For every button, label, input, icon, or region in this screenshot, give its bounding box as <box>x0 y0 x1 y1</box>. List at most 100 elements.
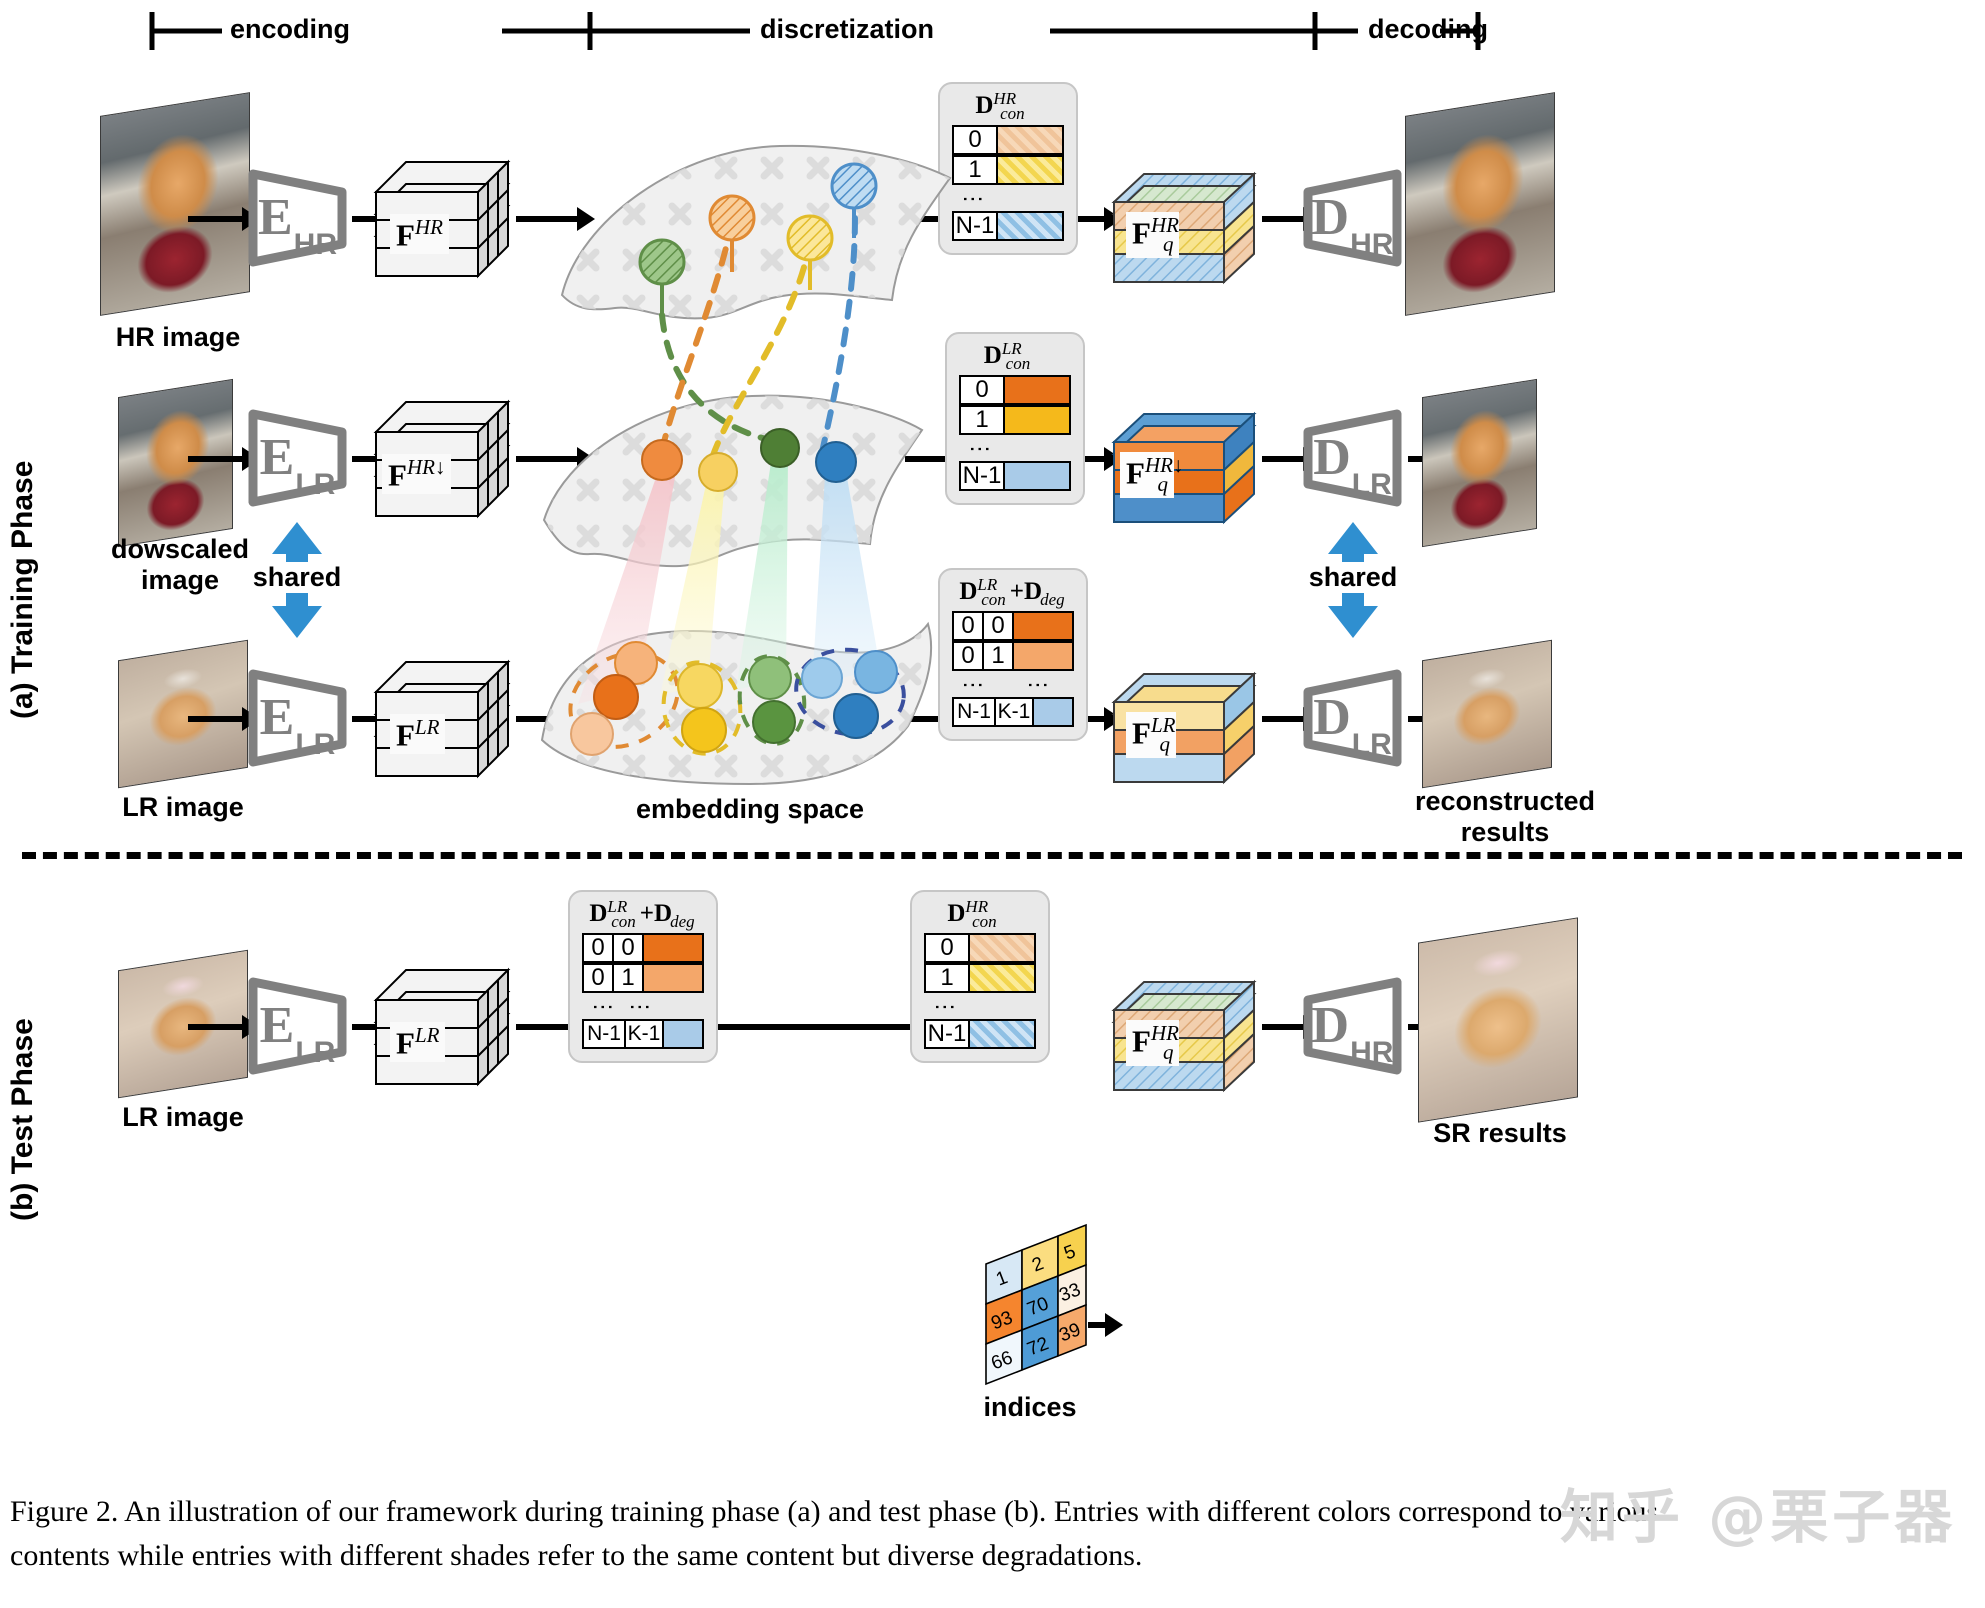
test-quant-cube-hr: FHRq <box>1108 976 1260 1096</box>
codebook-entry-color <box>1012 611 1074 641</box>
quant-cube-lr-sub: q <box>1159 731 1170 756</box>
figure-caption-line1: Figure 2. An illustration of our framewo… <box>10 1495 1659 1528</box>
feature-cube-lr-label: FLR <box>390 714 446 755</box>
quant-cube-hr: FHRq <box>1108 168 1260 288</box>
arrow-quant-hrdown-to-decoder <box>1262 447 1321 471</box>
test-codebook-hr-con: DHRcon 0 1 ⋮ N-1 <box>910 890 1050 1063</box>
codebook-entry-color <box>1012 641 1074 671</box>
encoder-lr-bottom-main: E <box>259 689 295 746</box>
codebook-row: N-1 K-1 <box>582 1019 704 1049</box>
test-encoder-lr: E LR <box>245 976 350 1076</box>
codebook-index-deg: 1 <box>612 963 644 993</box>
test-decoder-hr: D HR <box>1300 976 1405 1076</box>
decoder-hr-sub: HR <box>1350 228 1394 261</box>
codebook-ellipsis: ⋮ <box>933 996 958 1016</box>
indices-label: indices <box>983 1392 1077 1422</box>
encoder-lr-bottom-sub: LR <box>295 728 336 761</box>
test-lr-input-label: LR image <box>122 1102 244 1132</box>
codebook-entry-color <box>1003 461 1071 491</box>
test-decoder-hr-main: D <box>1311 997 1350 1054</box>
hr-output-image <box>1405 92 1555 316</box>
codebook-entry-color <box>996 211 1064 241</box>
feature-cube-hr-label: FHR <box>390 214 449 255</box>
encoder-lr-middle: E LR <box>245 408 350 508</box>
codebook-row: 1 <box>924 963 1036 993</box>
decoder-hr: D HR <box>1300 168 1405 268</box>
codebook-row: N-1 <box>924 1019 1036 1049</box>
codebook-row: 0 0 <box>582 933 704 963</box>
embedding-space-graphic <box>540 144 952 786</box>
codebook-index-deg: 1 <box>982 641 1014 671</box>
codebook-index: 0 <box>582 933 614 963</box>
test-codebook-hr-title-main: D <box>947 900 966 927</box>
arrow-hr-to-encoder <box>188 207 260 231</box>
sr-output-image <box>1418 917 1578 1123</box>
quant-cube-hr-label: FHRq <box>1126 212 1180 258</box>
hr-input-image <box>100 92 250 316</box>
stage-label-encoding: encoding <box>230 14 350 44</box>
quant-cube-lr: FLRq <box>1108 668 1260 788</box>
codebook-entry-color <box>968 963 1036 993</box>
codebook-entry-color <box>996 155 1064 185</box>
codebook-index: 1 <box>924 963 970 993</box>
test-feature-cube-lr-label: FLR <box>390 1022 446 1063</box>
decoder-hr-main: D <box>1311 189 1350 246</box>
test-codebook-hr-title: DHRcon <box>924 897 1036 931</box>
arrow-downscaled-to-encoder <box>188 447 260 471</box>
arrow-indices-to-quant <box>1088 1313 1123 1337</box>
encoder-lr-middle-sub: LR <box>295 468 336 501</box>
codebook-hr-con-title-sub: con <box>1000 104 1025 123</box>
codebook-entry-color <box>642 963 704 993</box>
shared-label-decoders: shared <box>1288 562 1418 594</box>
downscaled-input-image <box>118 378 233 548</box>
test-codebook-title-extra-sub: deg <box>670 912 695 931</box>
quant-cube-hrdown: FHR↓q <box>1108 408 1260 528</box>
feature-cube-hrdown-label: FHR↓ <box>382 454 452 495</box>
test-codebook-lr-con-deg-title: DLRcon +Ddeg <box>582 897 704 931</box>
codebook-entry-color <box>1003 405 1071 435</box>
sr-output-label: SR results <box>1433 1118 1567 1148</box>
feature-cube-hr: FHR <box>372 152 512 280</box>
codebook-entry-color <box>1003 375 1071 405</box>
encoder-lr-middle-main: E <box>259 429 295 486</box>
decoder-lr-bottom-sub: LR <box>1351 728 1392 761</box>
quant-cube-hrdown-sub: q <box>1157 471 1168 496</box>
feature-cube-lr-sup: LR <box>414 715 440 739</box>
test-codebook-lr-con-deg: DLRcon +Ddeg 0 0 0 1 ⋮ ⋮ N-1 K-1 <box>568 890 718 1063</box>
test-codebook-hr-title-sub: con <box>972 912 997 931</box>
test-codebook-title-extra: +D <box>639 900 673 927</box>
shared-label-encoders: shared <box>232 562 362 594</box>
codebook-lr-con-deg-title-extra: +D <box>1009 578 1043 605</box>
codebook-entry-color <box>662 1019 704 1049</box>
test-codebook-title-main: D <box>589 900 608 927</box>
test-encoder-lr-main: E <box>259 997 295 1054</box>
lr-input-image <box>118 639 248 789</box>
arrow-test-quant-to-decoder <box>1262 1015 1321 1039</box>
decoder-lr-middle-sub: LR <box>1351 468 1392 501</box>
arrow-quant-hr-to-decoder <box>1262 207 1321 231</box>
codebook-index: 0 <box>924 933 970 963</box>
phase-divider <box>22 852 1962 859</box>
codebook-index-deg: K-1 <box>624 1019 664 1049</box>
test-decoder-hr-sub: HR <box>1350 1036 1394 1069</box>
feature-cube-hrdown: FHR↓ <box>372 392 512 520</box>
codebook-index: N-1 <box>582 1019 626 1049</box>
reconstructed-output-image <box>1422 639 1552 789</box>
phase-label-test: (b) Test Phase <box>6 1018 39 1222</box>
reconstructed-output-label: reconstructed results <box>1414 786 1596 848</box>
test-encoder-lr-sub: LR <box>295 1036 336 1069</box>
embedding-space-label: embedding space <box>635 794 865 824</box>
stage-ruler: encoding discretization decoding <box>149 8 1488 54</box>
encoder-hr: E HR <box>245 168 350 268</box>
quant-cube-hrdown-label: FHR↓q <box>1120 452 1183 498</box>
feature-cube-hr-sup: HR <box>414 215 443 239</box>
codebook-lr-con-title-main: D <box>983 342 1002 369</box>
feature-cube-hrdown-sup: HR↓ <box>406 455 446 479</box>
test-quant-cube-hr-sub: q <box>1162 1039 1174 1064</box>
codebook-ellipsis: ⋮ ⋮ <box>591 996 653 1016</box>
codebook-lr-con-deg-title-sub: con <box>981 590 1006 609</box>
quant-cube-hr-sub: q <box>1162 231 1174 256</box>
codebook-lr-con-title-sub: con <box>1005 354 1031 373</box>
codebook-index: N-1 <box>924 1019 970 1049</box>
lr-input-label: LR image <box>122 792 244 822</box>
